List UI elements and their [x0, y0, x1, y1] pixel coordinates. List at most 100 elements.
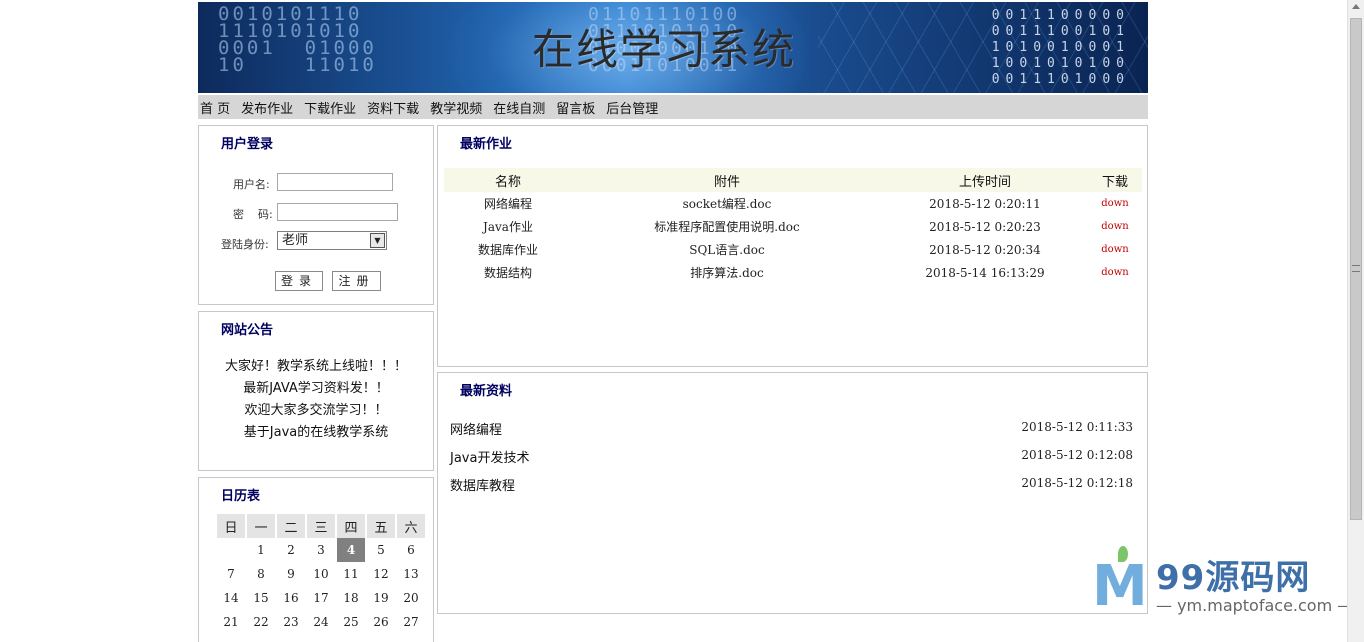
chevron-down-icon[interactable]: ▼ — [370, 233, 385, 248]
homework-title: 最新作业 — [460, 137, 513, 152]
watermark: M 99源码网 — ym.maptoface.com — — [1092, 546, 1354, 619]
watermark-logo-icon: M — [1092, 554, 1148, 619]
calendar-day[interactable]: 3 — [307, 538, 335, 562]
calendar-day[interactable]: 23 — [277, 610, 305, 634]
nav-teaching-video[interactable]: 教学视频 — [430, 98, 482, 117]
weekday-header: 日 — [217, 514, 245, 538]
homework-time: 2018-5-12 0:20:34 — [929, 242, 1041, 257]
homework-file: 标准程序配置使用说明.doc — [654, 220, 800, 234]
weekday-header: 五 — [367, 514, 395, 538]
homework-time: 2018-5-14 16:13:29 — [925, 265, 1045, 280]
notice-item[interactable]: 基于Java的在线教学系统 — [199, 422, 433, 444]
calendar-day-today[interactable]: 4 — [337, 538, 365, 562]
banner-binary-left: 0010101110 1110101010 0001 01000 10 1101… — [218, 3, 377, 76]
nav-download-homework[interactable]: 下载作业 — [304, 98, 356, 117]
calendar-day[interactable]: 26 — [367, 610, 395, 634]
notice-title: 网站公告 — [221, 323, 274, 338]
site-banner: 0010101110 1110101010 0001 01000 10 1101… — [198, 2, 1148, 93]
calendar-day[interactable]: 7 — [217, 562, 245, 586]
calendar-day[interactable]: 10 — [307, 562, 335, 586]
watermark-leaf-icon — [1118, 546, 1128, 562]
register-button[interactable]: 注册 — [332, 271, 381, 291]
weekday-header: 六 — [397, 514, 425, 538]
site-title: 在线学习系统 — [532, 25, 797, 74]
page-container: 0010101110 1110101010 0001 01000 10 1101… — [198, 2, 1148, 642]
calendar-day[interactable]: 13 — [397, 562, 425, 586]
weekday-header: 一 — [247, 514, 275, 538]
homework-time: 2018-5-12 0:20:11 — [929, 196, 1041, 211]
calendar-day[interactable]: 6 — [397, 538, 425, 562]
nav-publish-homework[interactable]: 发布作业 — [241, 98, 293, 117]
homework-file: socket编程.doc — [682, 197, 772, 211]
scroll-up-icon[interactable] — [1352, 4, 1360, 9]
nav-home[interactable]: 首 页 — [200, 98, 230, 117]
column-header-file: 附件 — [713, 174, 740, 190]
calendar-day[interactable]: 12 — [367, 562, 395, 586]
column-header-download: 下载 — [1101, 174, 1128, 190]
username-input[interactable] — [277, 173, 393, 191]
scrollbar-grip-icon — [1352, 265, 1360, 272]
calendar-day[interactable]: 27 — [397, 610, 425, 634]
calendar-day[interactable]: 24 — [307, 610, 335, 634]
watermark-brand: 99源码网 — [1156, 558, 1311, 598]
homework-name: 网络编程 — [483, 197, 532, 211]
nav-message-board[interactable]: 留言板 — [556, 98, 595, 117]
notice-list: 大家好！教学系统上线啦！！！ 最新JAVA学习资料发！！ 欢迎大家多交流学习！！… — [199, 356, 433, 444]
nav-admin[interactable]: 后台管理 — [606, 98, 658, 117]
calendar-day[interactable]: 2 — [277, 538, 305, 562]
material-item[interactable]: 数据库教程 — [450, 475, 515, 494]
download-link[interactable]: down — [1088, 215, 1142, 238]
notice-item[interactable]: 大家好！教学系统上线啦！！！ — [199, 356, 433, 378]
nav-material-download[interactable]: 资料下载 — [367, 98, 419, 117]
table-row: 网络编程 socket编程.doc 2018-5-12 0:20:11 down — [444, 192, 1142, 215]
calendar-day[interactable]: 14 — [217, 586, 245, 610]
calendar-day[interactable]: 15 — [247, 586, 275, 610]
calendar-day[interactable]: 20 — [397, 586, 425, 610]
materials-title: 最新资料 — [460, 384, 513, 399]
vertical-scrollbar[interactable] — [1347, 0, 1364, 642]
homework-time: 2018-5-12 0:20:23 — [929, 219, 1041, 234]
table-row: 数据结构 排序算法.doc 2018-5-14 16:13:29 down — [444, 261, 1142, 284]
main-nav: 首 页 发布作业 下载作业 资料下载 教学视频 在线自测 留言板 后台管理 — [198, 93, 1148, 119]
download-link[interactable]: down — [1088, 261, 1142, 284]
username-label: 用户名: — [233, 178, 270, 191]
homework-name: Java作业 — [483, 220, 533, 234]
calendar-table: 日 一 二 三 四 五 六 1 2 3 4 5 6 7 8 9 10 11 12… — [215, 514, 427, 634]
notice-item[interactable]: 欢迎大家多交流学习！！ — [199, 400, 433, 422]
weekday-header: 三 — [307, 514, 335, 538]
login-button[interactable]: 登录 — [275, 271, 323, 291]
calendar-day[interactable]: 5 — [367, 538, 395, 562]
calendar-day[interactable]: 17 — [307, 586, 335, 610]
table-row: Java作业 标准程序配置使用说明.doc 2018-5-12 0:20:23 … — [444, 215, 1142, 238]
calendar-day[interactable]: 21 — [217, 610, 245, 634]
weekday-header: 二 — [277, 514, 305, 538]
calendar-day[interactable]: 11 — [337, 562, 365, 586]
calendar-day[interactable]: 25 — [337, 610, 365, 634]
homework-file: 排序算法.doc — [690, 266, 764, 280]
calendar-day[interactable]: 18 — [337, 586, 365, 610]
calendar-day[interactable]: 1 — [247, 538, 275, 562]
homework-name: 数据库作业 — [477, 243, 538, 257]
nav-online-test[interactable]: 在线自测 — [493, 98, 545, 117]
material-item[interactable]: 网络编程 — [450, 419, 502, 438]
download-link[interactable]: down — [1088, 238, 1142, 261]
password-input[interactable] — [277, 203, 398, 221]
material-item[interactable]: Java开发技术 — [450, 447, 529, 466]
column-header-time: 上传时间 — [958, 174, 1011, 190]
download-link[interactable]: down — [1088, 192, 1142, 215]
calendar-day[interactable]: 9 — [277, 562, 305, 586]
login-panel: 用户登录 用户名: 密 码: 登陆身份: 老师 ▼ 登录 注册 — [198, 125, 434, 305]
calendar-day[interactable]: 19 — [367, 586, 395, 610]
role-select[interactable]: 老师 ▼ — [277, 231, 387, 250]
notice-item[interactable]: 最新JAVA学习资料发！！ — [199, 378, 433, 400]
calendar-day[interactable]: 16 — [277, 586, 305, 610]
calendar-day[interactable]: 22 — [247, 610, 275, 634]
calendar-panel: 日历表 日 一 二 三 四 五 六 1 2 3 4 5 6 7 8 9 10 1… — [198, 477, 434, 642]
calendar-day — [217, 538, 245, 562]
column-header-name: 名称 — [494, 174, 521, 190]
calendar-day[interactable]: 8 — [247, 562, 275, 586]
material-time: 2018-5-12 0:12:08 — [1021, 448, 1133, 462]
banner-binary-right: 0011100000 0011100101 1010010001 1001010… — [991, 8, 1130, 87]
latest-homework-panel: 最新作业 名称 附件 上传时间 下载 网络编程 socket编程.doc 201… — [437, 125, 1148, 367]
homework-table: 名称 附件 上传时间 下载 网络编程 socket编程.doc 2018-5-1… — [444, 168, 1142, 284]
